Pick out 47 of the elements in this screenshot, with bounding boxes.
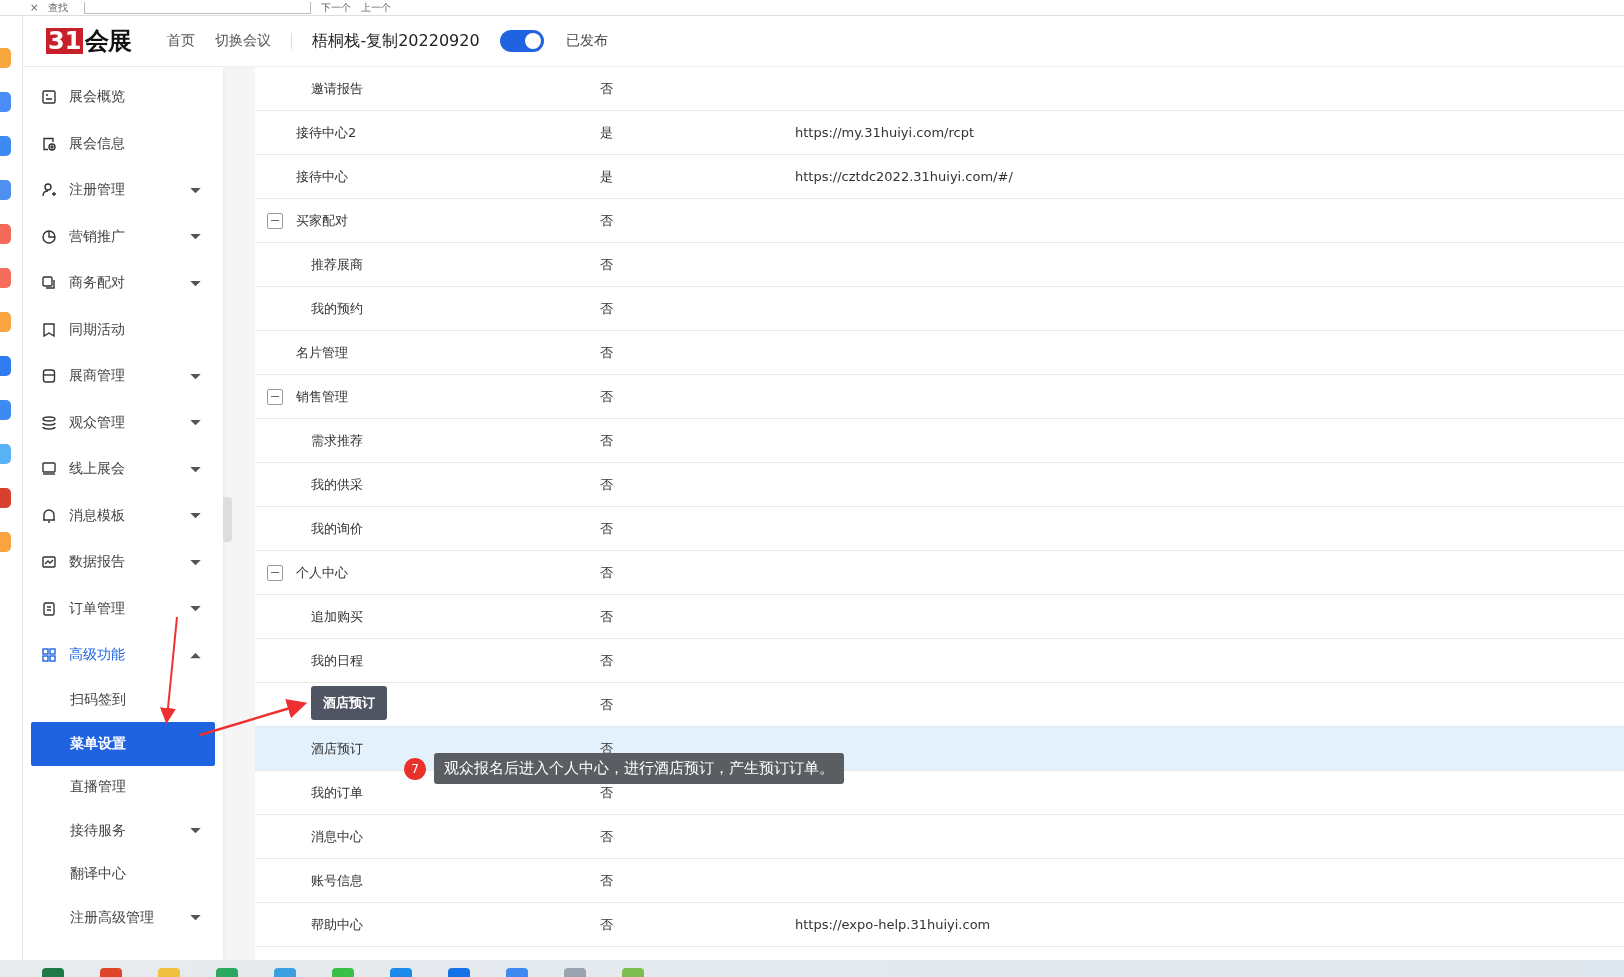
table-cell: 否 (600, 608, 613, 624)
table-cell: 否 (600, 564, 613, 580)
table-cell: 否 (600, 784, 613, 800)
table-cell: 否 (600, 300, 613, 316)
table-cell: 我的供采 (311, 475, 363, 494)
table-cell: 否 (600, 520, 613, 536)
table-cell: 帮助中心 (311, 915, 363, 934)
table-cell: 账号信息 (311, 871, 363, 890)
table-cell: 追加购买 (311, 607, 363, 626)
table-cell: 否 (600, 256, 613, 272)
table-cell: 接待中心 (296, 167, 348, 186)
table-cell: 推荐展商 (311, 255, 363, 274)
table-cell: 需求推荐 (311, 431, 363, 450)
find-label: 查找 (48, 1, 69, 14)
table-cell: 名片管理 (296, 343, 348, 362)
event-title: 梧桐栈-复制20220920 (312, 30, 480, 52)
table-cell: 我的订单 (311, 783, 363, 802)
table-cell: 酒店预订 (311, 739, 363, 758)
table-cell: 邀请报告 (311, 79, 363, 98)
table-cell: 否 (600, 916, 613, 932)
table-cell: 否 (600, 696, 613, 712)
table-cell: 是 (600, 168, 613, 184)
table-cell: 消息中心 (311, 827, 363, 846)
table-cell: 我的询价 (311, 519, 363, 538)
table-cell: 否 (600, 476, 613, 492)
table-cell: 否 (600, 652, 613, 668)
logo: 31 会展 (46, 26, 132, 57)
table-cell: 否 (600, 344, 613, 360)
table-cell: https://my.31huiyi.com/rcpt (795, 125, 974, 140)
table-cell: 我的日程 (311, 651, 363, 670)
table-cell: 否 (600, 828, 613, 844)
table-cell: 销售管理 (296, 387, 348, 406)
table-cell: 个人中心 (296, 563, 348, 582)
table-cell: 买家配对 (296, 211, 348, 230)
publish-status: 已发布 (565, 32, 608, 50)
table-cell: 是 (600, 124, 613, 140)
table-cell: 否 (600, 432, 613, 448)
table-cell: 否 (600, 872, 613, 888)
table-cell: 我的预约 (311, 299, 363, 318)
table-cell: https://cztdc2022.31huiyi.com/#/ (795, 169, 1013, 184)
annotation-tooltip: 观众报名后进入个人中心，进行酒店预订，产生预订订单。 (434, 753, 844, 784)
table-cell: 否 (600, 212, 613, 228)
table-cell: https://expo-help.31huiyi.com (795, 917, 991, 932)
table-cell: 接待中心2 (296, 123, 357, 142)
table-cell: 否 (600, 388, 613, 404)
table-cell: 否 (600, 80, 613, 96)
tooltip: 酒店预订 (311, 686, 387, 720)
